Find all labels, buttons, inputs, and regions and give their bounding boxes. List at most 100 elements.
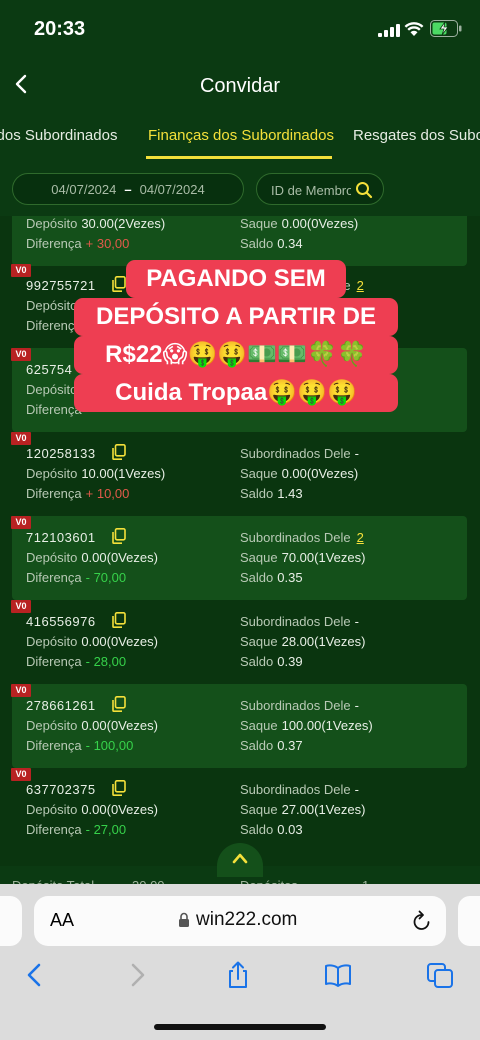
difference-label: Diferença [26,738,82,753]
subordinates-row: Subordinados Dele - [240,614,359,629]
withdraw-row: Saque 0.00(0Vezes) [240,466,358,481]
previous-tab-preview[interactable] [0,896,22,946]
subordinates-value: - [354,698,359,713]
difference-value: + 10,00 [85,486,130,501]
difference-label: Diferença [26,654,82,669]
active-tab-indicator [146,156,332,159]
overlay-line: DEPÓSITO A PARTIR DE [74,298,398,336]
tab-subordinates-data[interactable]: Dados dos Subordinados [0,127,117,144]
balance-row: Saldo 0.37 [240,738,303,753]
subordinates-label: Subordinados Dele [240,530,351,545]
share-icon[interactable] [224,960,252,990]
withdraw-label: Saque [240,216,278,231]
v0-badge: V0 [11,600,31,613]
deposit-row: Depósito [26,298,77,313]
subordinates-value: - [354,782,359,797]
status-time: 20:33 [34,18,86,40]
withdraw-row: Saque 0.00(0Vezes) [240,216,358,231]
deposit-row: Depósito 0.00(0Vezes) [26,802,158,817]
next-tab-preview[interactable] [458,896,480,946]
difference-row: Diferença - 100,00 [26,738,133,753]
balance-value: 0.34 [277,236,303,251]
list-item: V0 120258133 Depósito 10.00(1Vezes) Difer… [11,432,467,516]
member-search-box [256,173,384,205]
subordinates-value[interactable]: 2 [357,530,364,545]
bookmarks-icon[interactable] [324,960,352,990]
reader-options-button[interactable]: AA [50,910,74,931]
deposit-value: 10.00(1Vezes) [81,466,166,481]
copy-icon[interactable] [112,696,126,712]
withdraw-value: 27.00(1Vezes) [281,802,366,817]
withdraw-row: Saque 27.00(1Vezes) [240,802,365,817]
copy-icon[interactable] [112,612,126,628]
filter-row: 04/07/2024 – 04/07/2024 [0,162,480,216]
member-id: 278661261 [26,698,96,713]
subordinates-value: - [354,446,359,461]
browser-toolbar: AA win222.com [0,884,480,1040]
v0-badge: V0 [11,516,31,529]
balance-row: Saldo 1.43 [240,486,303,501]
withdraw-value: 28.00(1Vezes) [281,634,366,649]
deposit-value: 0.00(0Vezes) [81,550,158,565]
balance-row: Saldo 0.39 [240,654,303,669]
tab-subordinates-finances[interactable]: Finanças dos Subordinados [148,127,334,144]
subordinates-label: Subordinados Dele [240,446,351,461]
lock-icon [179,912,189,927]
search-icon[interactable] [355,181,373,199]
date-range-picker[interactable]: 04/07/2024 – 04/07/2024 [12,173,244,205]
nav-bar: Convidar [0,56,480,116]
difference-label: Diferença [26,236,82,251]
subordinates-row: Subordinados Dele - [240,698,359,713]
withdraw-label: Saque [240,466,278,481]
copy-icon[interactable] [112,528,126,544]
url-text[interactable]: win222.com [196,909,297,931]
deposit-label: Depósito [26,634,78,649]
difference-value: - 27,00 [85,822,127,837]
balance-label: Saldo [240,486,274,501]
member-id-input[interactable] [271,180,351,200]
deposit-label: Depósito [26,466,78,481]
tab-subordinates-redemptions[interactable]: Resgates dos Subordinados [353,127,480,144]
subordinates-value[interactable]: 2 [357,278,364,293]
difference-label: Diferença [26,570,82,585]
balance-label: Saldo [240,654,274,669]
deposit-row: Depósito 0.00(0Vezes) [26,550,158,565]
chevron-up-icon [232,853,248,864]
date-separator: – [124,181,132,197]
address-bar[interactable]: AA win222.com [34,896,446,946]
deposit-value: 0.00(0Vezes) [81,718,158,733]
difference-value: + 30,00 [85,236,130,251]
balance-value: 0.35 [277,570,303,585]
list-item: V0 637702375 Depósito 0.00(0Vezes) Difere… [11,768,467,852]
member-id: 992755721 [26,278,96,293]
tabs-icon[interactable] [426,960,454,990]
balance-label: Saldo [240,570,274,585]
difference-label: Diferença [26,822,82,837]
deposit-row: Depósito 30.00(2Vezes) [26,216,165,231]
difference-row: Diferença + 10,00 [26,486,129,501]
balance-value: 1.43 [277,486,303,501]
withdraw-label: Saque [240,718,278,733]
status-bar: 20:33 [0,0,480,56]
difference-value: - 100,00 [85,738,134,753]
balance-value: 0.39 [277,654,303,669]
difference-row: Diferença - 28,00 [26,654,126,669]
deposit-label: Depósito [26,802,78,817]
copy-icon[interactable] [112,780,126,796]
copy-icon[interactable] [112,276,126,292]
subordinates-label: Subordinados Dele [240,614,351,629]
balance-row: Saldo 0.35 [240,570,303,585]
withdraw-value: 0.00(0Vezes) [281,466,359,481]
date-end: 04/07/2024 [139,181,205,197]
back-icon[interactable] [20,960,48,990]
page-title: Convidar [199,75,281,97]
withdraw-value: 70.00(1Vezes) [281,550,366,565]
forward-icon[interactable] [124,960,152,990]
v0-badge: V0 [11,264,31,277]
wifi-icon [404,22,424,36]
member-id: 416556976 [26,614,96,629]
copy-icon[interactable] [112,444,126,460]
reload-icon[interactable] [412,910,432,932]
list-item: V0 278661261 Depósito 0.00(0Vezes) Difere… [11,684,467,768]
subordinates-row: Subordinados Dele - [240,446,359,461]
